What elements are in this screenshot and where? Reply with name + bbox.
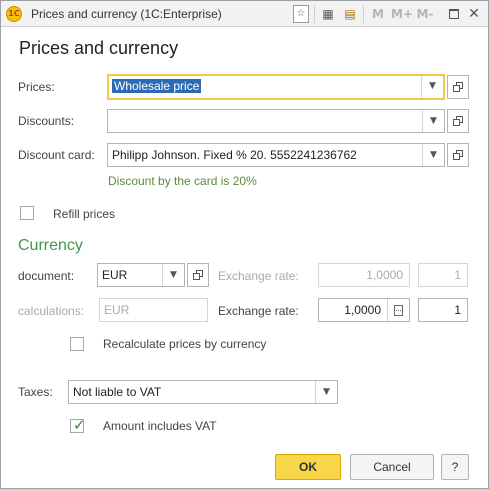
chevron-down-icon[interactable]: ▼ (422, 110, 444, 132)
currency-section-title: Currency (18, 237, 83, 254)
window-title: Prices and currency (1C:Enterprise) (31, 7, 222, 21)
title-bar: 1С Prices and currency (1C:Enterprise) ☆… (1, 1, 488, 27)
memory-minus-button[interactable]: M- (415, 5, 435, 23)
refill-prices-label: Refill prices (53, 207, 116, 221)
checkmark-icon: ✓ (73, 416, 86, 434)
document-currency-field[interactable]: EUR ▼ (97, 263, 185, 287)
star-icon[interactable]: ☆ (293, 5, 309, 23)
help-button[interactable]: ? (441, 454, 469, 480)
taxes-label: Taxes: (18, 385, 53, 399)
calculator-icon[interactable]: ▦ (320, 5, 336, 23)
toolbar-separator (314, 5, 315, 23)
form-heading: Prices and currency (19, 38, 179, 58)
discount-card-open-button[interactable] (447, 143, 469, 167)
document-currency-value: EUR (102, 268, 128, 282)
prices-open-button[interactable] (447, 75, 469, 99)
close-icon[interactable]: ✕ (467, 5, 481, 23)
discount-card-value: Philipp Johnson. Fixed % 20. 55522412367… (112, 148, 357, 162)
calculations-currency-field: EUR (99, 298, 208, 322)
recalculate-checkbox[interactable] (70, 337, 84, 351)
document-rate-label: Exchange rate: (218, 269, 299, 283)
calculations-rate-label: Exchange rate: (218, 304, 299, 318)
prices-value: Wholesale price (112, 79, 202, 93)
dialog-window: 1С Prices and currency (1C:Enterprise) ☆… (0, 0, 489, 489)
memory-button[interactable]: M (371, 5, 385, 23)
recalculate-label: Recalculate prices by currency (103, 337, 267, 351)
discounts-open-button[interactable] (447, 109, 469, 133)
toolbar-separator (363, 5, 364, 23)
ok-button[interactable]: OK (275, 454, 341, 480)
calculator-icon[interactable] (387, 299, 409, 321)
document-rate-field: 1,0000 (318, 263, 410, 287)
calculations-label: calculations: (18, 304, 85, 318)
discount-card-label: Discount card: (18, 148, 95, 162)
discounts-field[interactable]: ▼ (107, 109, 445, 133)
document-multiplicity-field: 1 (418, 263, 468, 287)
cancel-button[interactable]: Cancel (350, 454, 434, 480)
taxes-field[interactable]: Not liable to VAT ▼ (68, 380, 338, 404)
calculations-rate-field[interactable]: 1,0000 (318, 298, 410, 322)
prices-label: Prices: (18, 80, 55, 94)
chevron-down-icon[interactable]: ▼ (162, 264, 184, 286)
discounts-label: Discounts: (18, 114, 75, 128)
discount-card-field[interactable]: Philipp Johnson. Fixed % 20. 55522412367… (107, 143, 445, 167)
chevron-down-icon[interactable]: ▼ (422, 144, 444, 166)
chevron-down-icon[interactable]: ▼ (315, 381, 337, 403)
prices-field[interactable]: Wholesale price ▼ (107, 74, 445, 100)
amount-includes-vat-checkbox[interactable]: ✓ (70, 416, 86, 434)
refill-prices-checkbox[interactable] (20, 206, 34, 220)
calendar-icon[interactable]: ▤ (342, 5, 358, 23)
memory-plus-button[interactable]: M+ (391, 5, 413, 23)
amount-includes-vat-label: Amount includes VAT (103, 419, 217, 433)
chevron-down-icon[interactable]: ▼ (421, 76, 443, 98)
document-label: document: (18, 269, 75, 283)
taxes-value: Not liable to VAT (73, 385, 162, 399)
discount-card-hint: Discount by the card is 20% (108, 174, 257, 188)
app-logo-icon: 1С (6, 6, 22, 22)
window-icon[interactable] (447, 5, 461, 23)
calculations-multiplicity-field[interactable]: 1 (418, 298, 468, 322)
document-currency-open-button[interactable] (187, 263, 209, 287)
calculations-rate-value: 1,0000 (344, 303, 381, 317)
